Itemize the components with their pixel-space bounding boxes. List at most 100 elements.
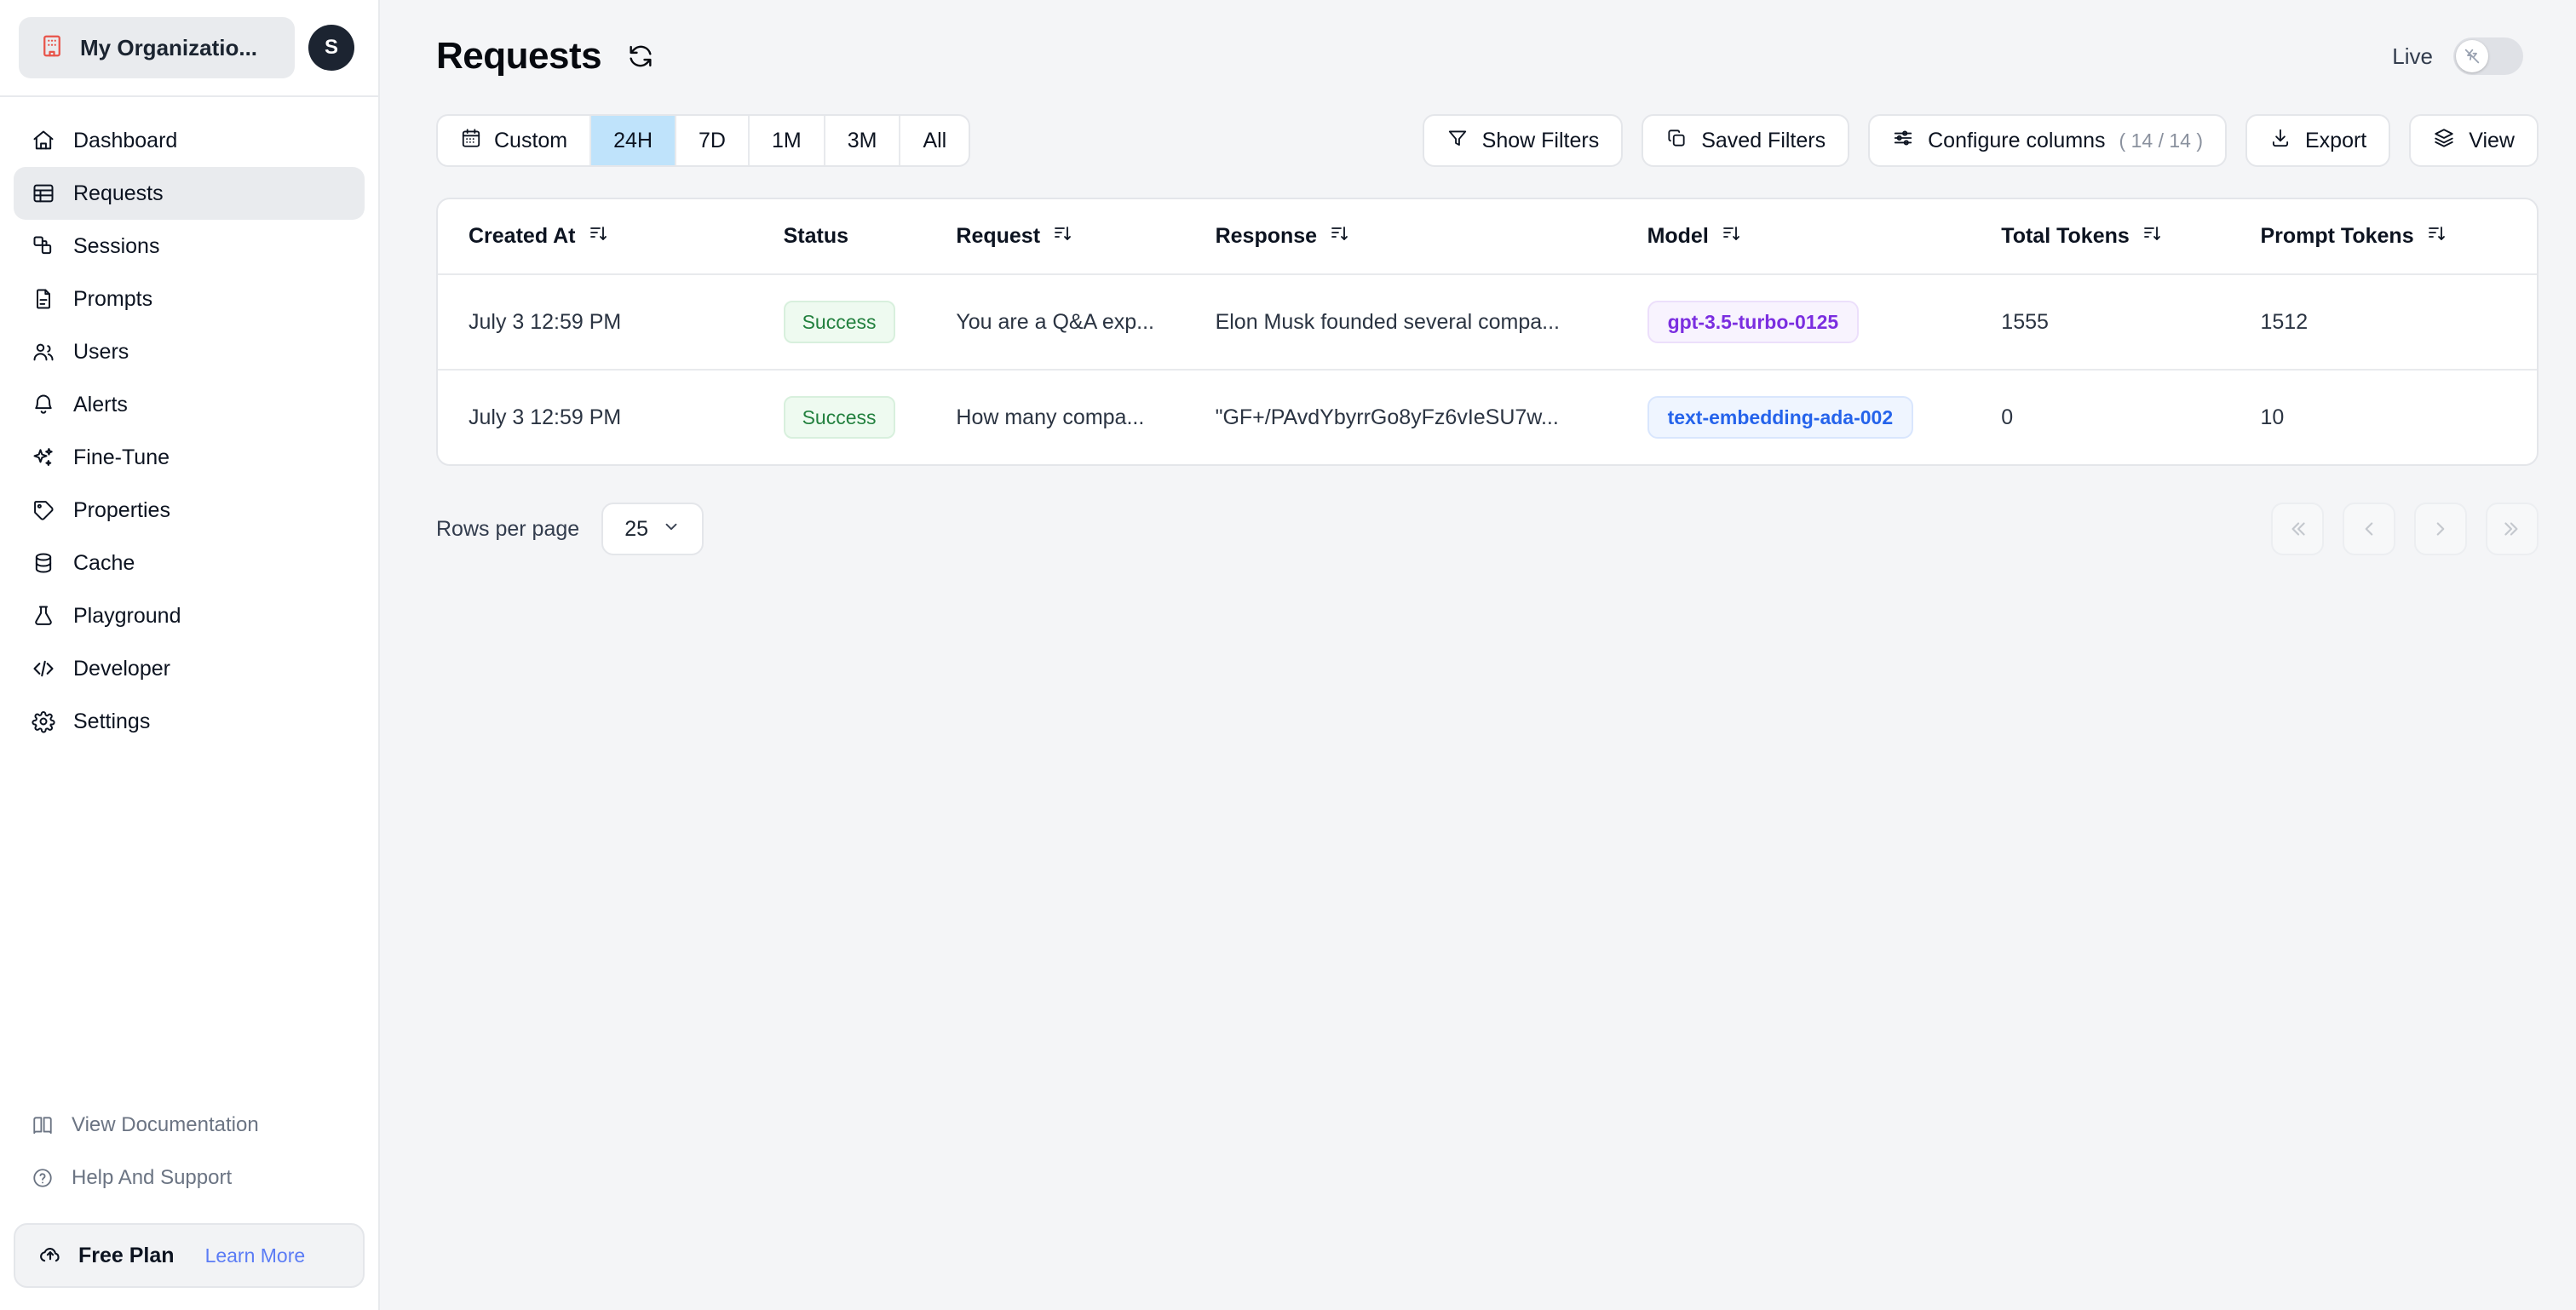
users-icon <box>31 339 56 365</box>
sidebar-item-cache[interactable]: Cache <box>14 537 365 589</box>
first-page-button[interactable] <box>2271 503 2324 555</box>
column-label: Prompt Tokens <box>2260 224 2414 248</box>
time-range-24h[interactable]: 24H <box>591 116 677 165</box>
refresh-icon[interactable] <box>624 39 658 73</box>
column-header-total-tokens[interactable]: Total Tokens <box>2001 199 2261 275</box>
last-page-button[interactable] <box>2486 503 2539 555</box>
sidebar-item-dashboard[interactable]: Dashboard <box>14 114 365 167</box>
table-row[interactable]: July 3 12:59 PM Success You are a Q&A ex… <box>438 274 2537 371</box>
column-header-created-at[interactable]: Created At <box>438 199 784 275</box>
sidebar-item-label: Fine-Tune <box>73 445 170 469</box>
view-documentation-link[interactable]: View Documentation <box>14 1099 365 1152</box>
flask-icon <box>31 603 56 629</box>
sort-icon[interactable] <box>588 223 608 250</box>
sidebar-header: My Organizatio... S <box>0 0 378 97</box>
sidebar-item-sessions[interactable]: Sessions <box>14 220 365 273</box>
cell-total-tokens: 1555 <box>2001 274 2261 371</box>
cell-created-at: July 3 12:59 PM <box>438 274 784 371</box>
column-label: Created At <box>469 224 576 248</box>
time-range-label: All <box>923 128 947 152</box>
sidebar-item-playground[interactable]: Playground <box>14 589 365 642</box>
live-toggle[interactable] <box>2453 37 2523 75</box>
help-and-support-link[interactable]: Help And Support <box>14 1152 365 1204</box>
sort-icon[interactable] <box>1329 223 1349 250</box>
time-range-3m[interactable]: 3M <box>825 116 901 165</box>
sidebar-item-requests[interactable]: Requests <box>14 167 365 220</box>
file-text-icon <box>31 286 56 312</box>
table-head: Created At Status Request Response Model… <box>438 199 2537 275</box>
cell-request: How many compa... <box>956 405 1145 429</box>
sort-icon[interactable] <box>2142 223 2162 250</box>
view-button[interactable]: View <box>2409 114 2539 167</box>
requests-table-card: Created At Status Request Response Model… <box>436 198 2539 466</box>
cell-total-tokens: 0 <box>2001 405 2014 429</box>
cell-model: text-embedding-ada-002 <box>1647 370 2002 464</box>
view-label: View <box>2469 128 2515 152</box>
avatar[interactable]: S <box>308 25 354 71</box>
column-header-model[interactable]: Model <box>1647 199 2002 275</box>
sidebar-item-developer[interactable]: Developer <box>14 642 365 695</box>
page-title: Requests <box>436 35 602 77</box>
configure-columns-button[interactable]: Configure columns ( 14 / 14 ) <box>1868 114 2227 167</box>
sidebar-item-alerts[interactable]: Alerts <box>14 378 365 431</box>
column-header-request[interactable]: Request <box>956 199 1216 275</box>
org-switcher[interactable]: My Organizatio... <box>19 17 295 78</box>
table-header-row: Created At Status Request Response Model… <box>438 199 2537 275</box>
sidebar-item-label: Prompts <box>73 286 153 311</box>
table-row[interactable]: July 3 12:59 PM Success How many compa..… <box>438 370 2537 464</box>
cell-status: Success <box>783 274 957 371</box>
sort-icon[interactable] <box>1721 223 1741 250</box>
sidebar-item-properties[interactable]: Properties <box>14 484 365 537</box>
show-filters-label: Show Filters <box>1481 128 1600 152</box>
sub-item-label: View Documentation <box>72 1113 259 1136</box>
model-badge: gpt-3.5-turbo-0125 <box>1647 301 1860 343</box>
sidebar-item-settings[interactable]: Settings <box>14 695 365 748</box>
bell-icon <box>31 392 56 417</box>
page-header: Requests Live <box>436 29 2539 83</box>
configure-columns-count: ( 14 / 14 ) <box>2119 129 2203 152</box>
sidebar-item-prompts[interactable]: Prompts <box>14 273 365 325</box>
model-badge: text-embedding-ada-002 <box>1647 396 1914 439</box>
saved-filters-button[interactable]: Saved Filters <box>1642 114 1850 167</box>
zap-off-icon <box>2456 40 2488 72</box>
live-toggle-group: Live <box>2392 37 2539 75</box>
code-icon <box>31 656 56 681</box>
time-range-selector: Custom 24H 7D 1M 3M All <box>436 114 971 167</box>
sidebar-item-fine-tune[interactable]: Fine-Tune <box>14 431 365 484</box>
rows-per-page-select[interactable]: 25 <box>601 503 704 555</box>
time-range-all[interactable]: All <box>900 116 969 165</box>
download-icon <box>2269 127 2291 155</box>
toolbar: Custom 24H 7D 1M 3M All Show Filters Sav… <box>436 114 2539 167</box>
show-filters-button[interactable]: Show Filters <box>1422 114 1624 167</box>
plan-learn-more-link[interactable]: Learn More <box>205 1244 306 1267</box>
cell-model: gpt-3.5-turbo-0125 <box>1647 274 2002 371</box>
sidebar-item-label: Dashboard <box>73 128 178 152</box>
plan-banner[interactable]: Free Plan Learn More <box>14 1223 365 1288</box>
time-range-7d[interactable]: 7D <box>676 116 750 165</box>
sidebar-item-label: Properties <box>73 497 170 522</box>
sort-icon[interactable] <box>1052 223 1072 250</box>
sidebar-item-users[interactable]: Users <box>14 325 365 378</box>
column-header-prompt-tokens[interactable]: Prompt Tokens <box>2260 199 2537 275</box>
time-range-custom[interactable]: Custom <box>438 116 592 165</box>
sidebar-item-label: Playground <box>73 603 181 628</box>
cell-prompt-tokens: 1512 <box>2260 274 2537 371</box>
sidebar: My Organizatio... S Dashboard Requests S… <box>0 0 380 1310</box>
sub-item-label: Help And Support <box>72 1166 233 1189</box>
sidebar-item-label: Users <box>73 339 129 364</box>
org-name: My Organizatio... <box>80 34 258 60</box>
export-button[interactable]: Export <box>2245 114 2391 167</box>
time-range-label: 24H <box>613 128 653 152</box>
time-range-1m[interactable]: 1M <box>750 116 825 165</box>
time-range-label: Custom <box>494 128 568 152</box>
next-page-button[interactable] <box>2414 503 2467 555</box>
column-label: Response <box>1215 224 1318 248</box>
prev-page-button[interactable] <box>2343 503 2395 555</box>
status-badge: Success <box>783 396 895 439</box>
cell-response: Elon Musk founded several compa... <box>1215 274 1647 371</box>
column-header-status[interactable]: Status <box>783 199 957 275</box>
column-header-response[interactable]: Response <box>1215 199 1647 275</box>
sort-icon[interactable] <box>2426 223 2447 250</box>
tag-icon <box>31 497 56 523</box>
column-label: Status <box>783 224 848 248</box>
